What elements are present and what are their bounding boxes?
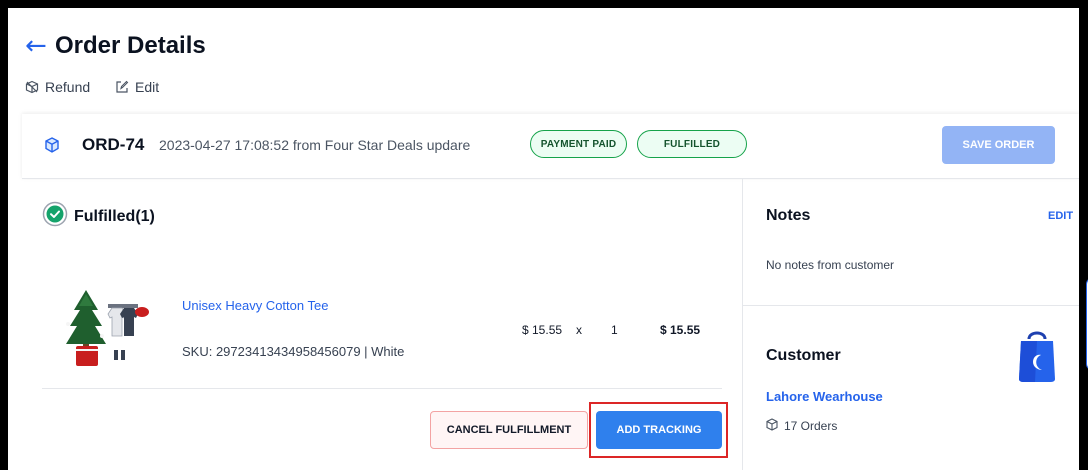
notes-title: Notes [766, 207, 811, 224]
back-arrow-icon[interactable]: ← [25, 32, 47, 60]
frame-left [0, 0, 8, 470]
box-icon [766, 418, 778, 434]
order-id: ORD-74 [82, 135, 145, 154]
customer-name-link[interactable]: Lahore Wearhouse [766, 389, 883, 404]
item-divider [42, 388, 722, 389]
product-name-link[interactable]: Unisex Heavy Cotton Tee [182, 298, 328, 313]
edit-icon [115, 80, 129, 94]
panel-divider [742, 179, 743, 470]
product-image [52, 284, 160, 374]
save-order-button[interactable]: SAVE ORDER [942, 126, 1055, 164]
refund-label: Refund [45, 79, 91, 95]
product-sku: SKU: 29723413434958456079 | White [182, 344, 405, 359]
notes-divider [743, 305, 1079, 306]
cancel-fulfillment-button[interactable]: CANCEL FULFILLMENT [430, 411, 588, 449]
item-price: $ 15.55 [522, 323, 563, 337]
customer-title: Customer [766, 347, 841, 364]
check-circle-icon [42, 201, 68, 232]
frame-right [1079, 0, 1088, 470]
notes-text: No notes from customer [766, 258, 895, 272]
edit-label: Edit [135, 79, 160, 95]
page-title: Order Details [55, 32, 206, 59]
multiply-sign: x [576, 323, 582, 337]
item-total: $ 15.55 [660, 323, 701, 337]
item-quantity: 1 [611, 323, 618, 337]
add-tracking-button[interactable]: ADD TRACKING [596, 411, 722, 449]
frame-top [0, 0, 1088, 8]
fulfilled-header: Fulfilled(1) [42, 201, 155, 232]
order-header: ORD-74 2023-04-27 17:08:52 from Four Sta… [22, 114, 1079, 179]
customer-orders: 17 Orders [766, 418, 837, 434]
refund-button[interactable]: Refund [25, 79, 90, 95]
notes-edit-button[interactable]: EDIT [1048, 210, 1073, 222]
shopping-bag-icon [1015, 325, 1059, 388]
customer-orders-count: 17 Orders [784, 419, 838, 433]
fulfillment-status-badge: FULFILLED [637, 130, 747, 158]
payment-status-badge: PAYMENT PAID [530, 130, 627, 158]
fulfilled-title: Fulfilled(1) [74, 207, 155, 225]
order-meta: 2023-04-27 17:08:52 from Four Star Deals… [159, 137, 471, 153]
refund-icon [25, 80, 39, 94]
cube-icon [45, 137, 59, 158]
edit-button[interactable]: Edit [115, 79, 159, 95]
